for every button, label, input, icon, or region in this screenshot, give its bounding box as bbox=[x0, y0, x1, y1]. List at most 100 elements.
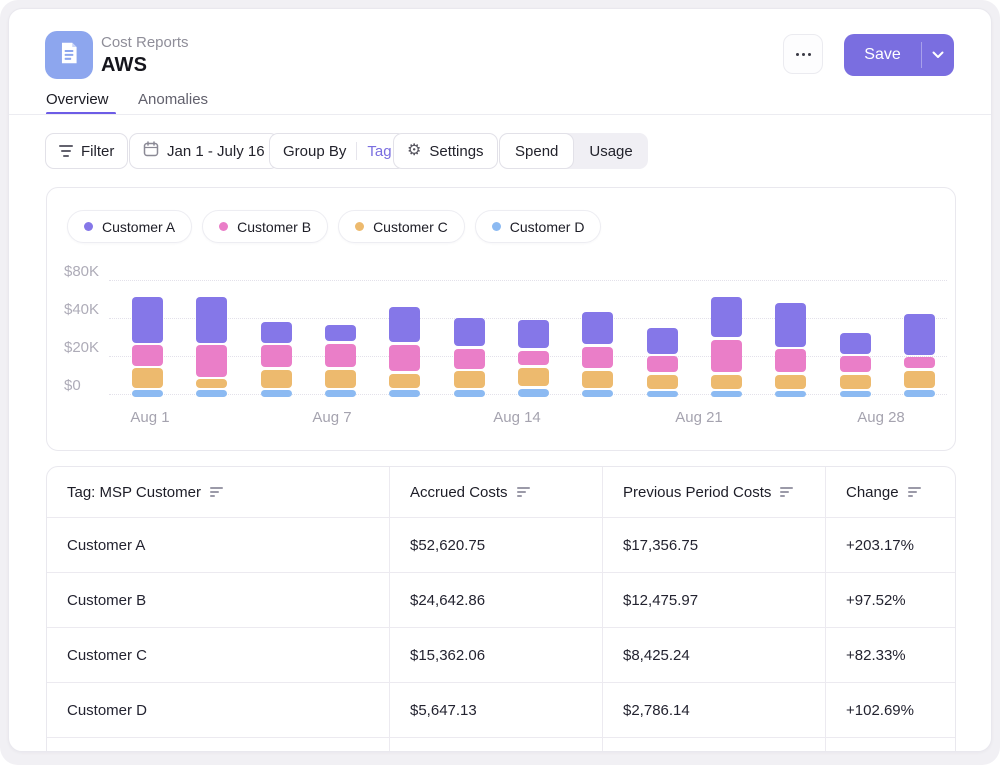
y-axis-tick: $80K bbox=[64, 264, 112, 279]
column-header-change: Change bbox=[825, 467, 956, 517]
bar-segment bbox=[840, 333, 871, 353]
column-header-accrued-costs: Accrued Costs bbox=[389, 467, 602, 517]
table-row: Customer C$15,362.06$8,425.24+82.33% bbox=[47, 628, 955, 683]
save-button[interactable]: Save bbox=[844, 34, 954, 76]
sort-icon[interactable] bbox=[780, 487, 793, 497]
tabs-divider bbox=[9, 114, 991, 115]
bar-segment bbox=[261, 345, 292, 367]
bar-segment bbox=[454, 318, 485, 346]
group-by-button[interactable]: Group By Tag bbox=[269, 133, 406, 169]
bar-segment bbox=[261, 370, 292, 388]
table-cell: $5,647.13 bbox=[389, 683, 602, 737]
settings-button[interactable]: ⚙ Settings bbox=[393, 133, 498, 169]
table-cell: Customer B bbox=[47, 573, 389, 627]
table-row: Customer D$5,647.13$2,786.14+102.69% bbox=[47, 683, 955, 738]
stacked-bar-chart: $0 $20K $40K $80K Aug 1Aug 7Aug 14Aug 21… bbox=[117, 261, 947, 395]
bar-segment bbox=[454, 371, 485, 388]
bar-segment bbox=[711, 375, 742, 389]
table-row: Customer B$24,642.86$12,475.97+97.52% bbox=[47, 573, 955, 628]
color-dot-icon bbox=[492, 222, 501, 231]
color-dot-icon bbox=[84, 222, 93, 231]
bar-segment bbox=[904, 357, 935, 368]
bar-segment bbox=[582, 371, 613, 388]
y-axis-tick: $0 bbox=[64, 378, 112, 393]
app-window: Cost Reports AWS Save Overview Anomalies… bbox=[0, 0, 1000, 765]
breadcrumb: Cost Reports bbox=[101, 34, 189, 51]
legend-item-customer-c[interactable]: Customer C bbox=[338, 210, 465, 243]
table-cell: $15,362.06 bbox=[389, 628, 602, 682]
bar-segment bbox=[518, 351, 549, 365]
legend-item-customer-a[interactable]: Customer A bbox=[67, 210, 192, 243]
bar-segment bbox=[454, 390, 485, 397]
filter-button[interactable]: Filter bbox=[45, 133, 128, 169]
bar-segment bbox=[840, 375, 871, 389]
bar-segment bbox=[582, 390, 613, 397]
legend-item-customer-b[interactable]: Customer B bbox=[202, 210, 328, 243]
table-header-row: Tag: MSP Customer Accrued Costs Previous… bbox=[47, 467, 955, 518]
bar-segment bbox=[711, 391, 742, 397]
toggle-usage[interactable]: Usage bbox=[574, 133, 647, 169]
bar-segment bbox=[389, 345, 420, 372]
table-cell bbox=[602, 738, 825, 752]
bar-segment bbox=[196, 390, 227, 397]
bar-segment bbox=[647, 375, 678, 389]
bar-segment bbox=[775, 375, 806, 389]
table-body: Customer A$52,620.75$17,356.75+203.17%Cu… bbox=[47, 518, 955, 752]
sort-icon[interactable] bbox=[908, 487, 921, 497]
table-cell: $2,786.14 bbox=[602, 683, 825, 737]
bar-segment bbox=[582, 347, 613, 368]
table-cell bbox=[389, 738, 602, 752]
date-range-button[interactable]: Jan 1 - July 16 bbox=[129, 133, 279, 169]
bar-segment bbox=[325, 325, 356, 342]
gear-icon: ⚙ bbox=[407, 143, 421, 159]
bar-segment bbox=[904, 314, 935, 354]
bar-segment bbox=[389, 307, 420, 343]
ellipsis-icon bbox=[796, 53, 799, 56]
column-header-tag: Tag: MSP Customer bbox=[47, 467, 389, 517]
bar-segment bbox=[904, 390, 935, 397]
table-cell: $52,620.75 bbox=[389, 518, 602, 572]
bar-segment bbox=[132, 390, 163, 397]
bar-segment bbox=[647, 391, 678, 397]
bar-segment bbox=[196, 379, 227, 388]
bar-segment bbox=[325, 344, 356, 368]
legend-item-customer-d[interactable]: Customer D bbox=[475, 210, 602, 243]
report-icon-badge bbox=[45, 31, 93, 79]
bar-segment bbox=[840, 391, 871, 397]
bar-segment bbox=[775, 391, 806, 397]
bar-segment bbox=[196, 345, 227, 377]
more-options-button[interactable] bbox=[783, 34, 823, 74]
gridline-80k bbox=[109, 280, 947, 281]
table-cell: +82.33% bbox=[825, 628, 956, 682]
color-dot-icon bbox=[355, 222, 364, 231]
tab-anomalies[interactable]: Anomalies bbox=[138, 91, 208, 108]
color-dot-icon bbox=[219, 222, 228, 231]
sort-icon[interactable] bbox=[210, 487, 223, 497]
x-axis-tick: Aug 7 bbox=[312, 409, 351, 426]
chart-legend: Customer A Customer B Customer C Custome… bbox=[67, 210, 601, 243]
x-axis-tick: Aug 28 bbox=[857, 409, 905, 426]
bar-segment bbox=[389, 374, 420, 388]
bar-segment bbox=[261, 322, 292, 343]
y-axis-tick: $20K bbox=[64, 340, 112, 355]
toggle-spend[interactable]: Spend bbox=[499, 133, 574, 169]
table-cell: +203.17% bbox=[825, 518, 956, 572]
bar-segment bbox=[518, 389, 549, 397]
x-axis-tick: Aug 14 bbox=[493, 409, 541, 426]
save-dropdown-button[interactable] bbox=[922, 46, 954, 64]
x-axis-tick: Aug 1 bbox=[130, 409, 169, 426]
tab-overview[interactable]: Overview bbox=[46, 91, 109, 108]
spend-usage-toggle: Spend Usage bbox=[499, 133, 648, 169]
bar-segment bbox=[325, 390, 356, 397]
filter-icon bbox=[59, 145, 73, 157]
table-cell: Customer C bbox=[47, 628, 389, 682]
document-icon bbox=[56, 40, 82, 71]
sort-icon[interactable] bbox=[517, 487, 530, 497]
bar-segment bbox=[518, 320, 549, 348]
table-cell: $8,425.24 bbox=[602, 628, 825, 682]
bar-segment bbox=[711, 340, 742, 372]
date-range-value: Jan 1 - July 16 bbox=[167, 143, 265, 160]
group-by-value: Tag bbox=[367, 143, 391, 160]
table-cell: $17,356.75 bbox=[602, 518, 825, 572]
bar-segment bbox=[775, 349, 806, 372]
